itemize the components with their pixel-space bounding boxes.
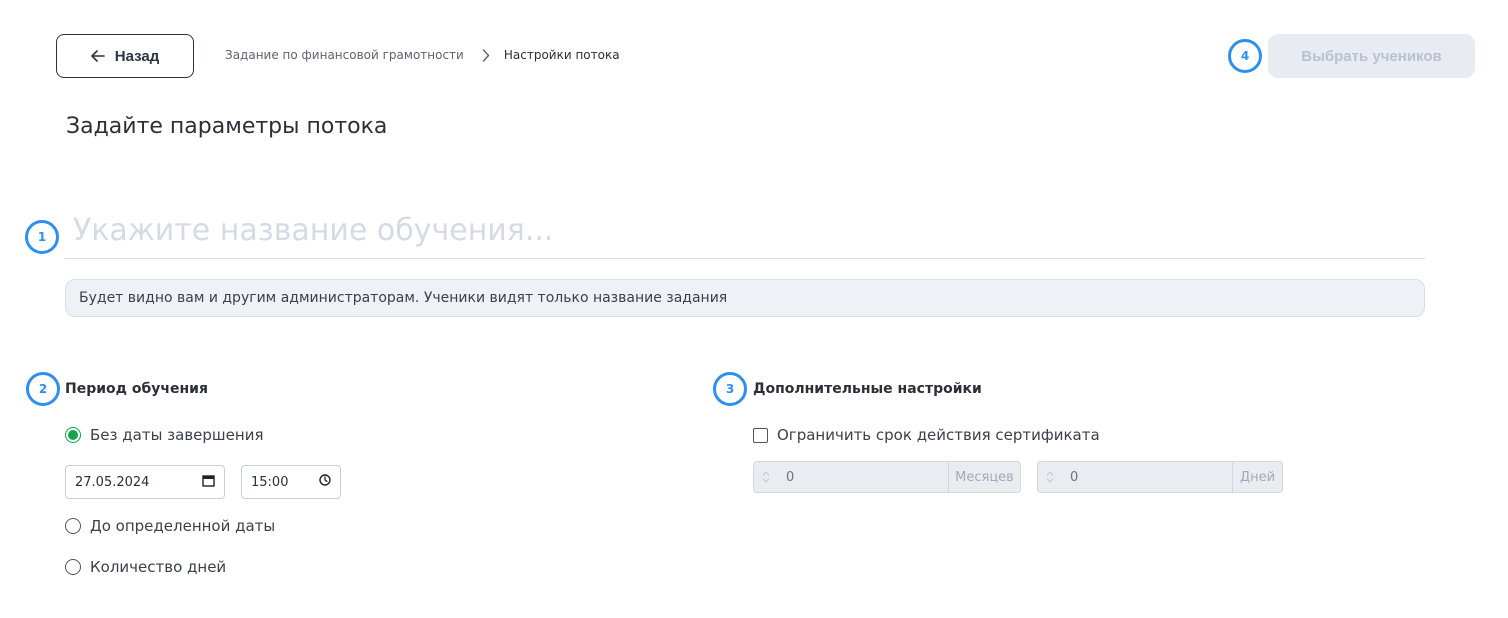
step-badge-2: 2 <box>26 372 60 406</box>
breadcrumb-item-current: Настройки потока <box>503 48 620 62</box>
radio-label: До определенной даты <box>90 517 276 535</box>
radio-days-count[interactable]: Количество дней <box>65 558 226 576</box>
select-students-button[interactable]: Выбрать учеников <box>1268 34 1475 78</box>
radio-indicator[interactable] <box>65 518 81 534</box>
days-stepper-icon[interactable] <box>1038 462 1062 492</box>
months-input-group: 0 Месяцев <box>753 461 1021 493</box>
days-input-group: 0 Дней <box>1037 461 1283 493</box>
months-unit: Месяцев <box>948 462 1020 492</box>
training-name-input[interactable] <box>73 210 1425 250</box>
back-button-label: Назад <box>114 47 160 65</box>
checkbox-label: Ограничить срок действия сертификата <box>777 426 1100 444</box>
months-stepper-icon[interactable] <box>754 462 778 492</box>
breadcrumb-item-task[interactable]: Задание по финансовой грамотности <box>225 48 464 62</box>
arrow-left-icon <box>90 50 105 62</box>
days-input[interactable]: 0 <box>1062 462 1232 492</box>
limit-certificate-checkbox[interactable]: Ограничить срок действия сертификата <box>753 426 1100 444</box>
radio-checked-indicator[interactable] <box>65 427 81 443</box>
step-badge-4: 4 <box>1228 39 1262 73</box>
page-title: Задайте параметры потока <box>66 114 388 139</box>
name-divider <box>65 258 1425 259</box>
period-section-title: Период обучения <box>65 381 208 397</box>
name-hint: Будет видно вам и другим администраторам… <box>65 279 1425 317</box>
date-value: 27.05.2024 <box>75 474 150 490</box>
time-value: 15:00 <box>251 474 289 490</box>
radio-label: Без даты завершения <box>90 426 264 444</box>
start-time-input[interactable]: 15:00 <box>241 465 341 499</box>
radio-no-end-date[interactable]: Без даты завершения <box>65 426 263 444</box>
back-button[interactable]: Назад <box>56 34 194 78</box>
start-date-input[interactable]: 27.05.2024 <box>65 465 225 499</box>
chevron-right-icon <box>482 48 490 62</box>
radio-until-date[interactable]: До определенной даты <box>65 517 275 535</box>
extra-settings-title: Дополнительные настройки <box>753 381 982 397</box>
step-badge-1: 1 <box>25 220 59 254</box>
radio-label: Количество дней <box>90 558 227 576</box>
radio-indicator[interactable] <box>65 559 81 575</box>
months-input[interactable]: 0 <box>778 462 948 492</box>
step-badge-3: 3 <box>713 372 747 406</box>
checkbox-indicator[interactable] <box>753 427 768 443</box>
clock-icon[interactable] <box>319 474 331 490</box>
breadcrumb: Задание по финансовой грамотности Настро… <box>225 48 620 62</box>
days-unit: Дней <box>1232 462 1282 492</box>
calendar-icon[interactable] <box>202 474 215 491</box>
